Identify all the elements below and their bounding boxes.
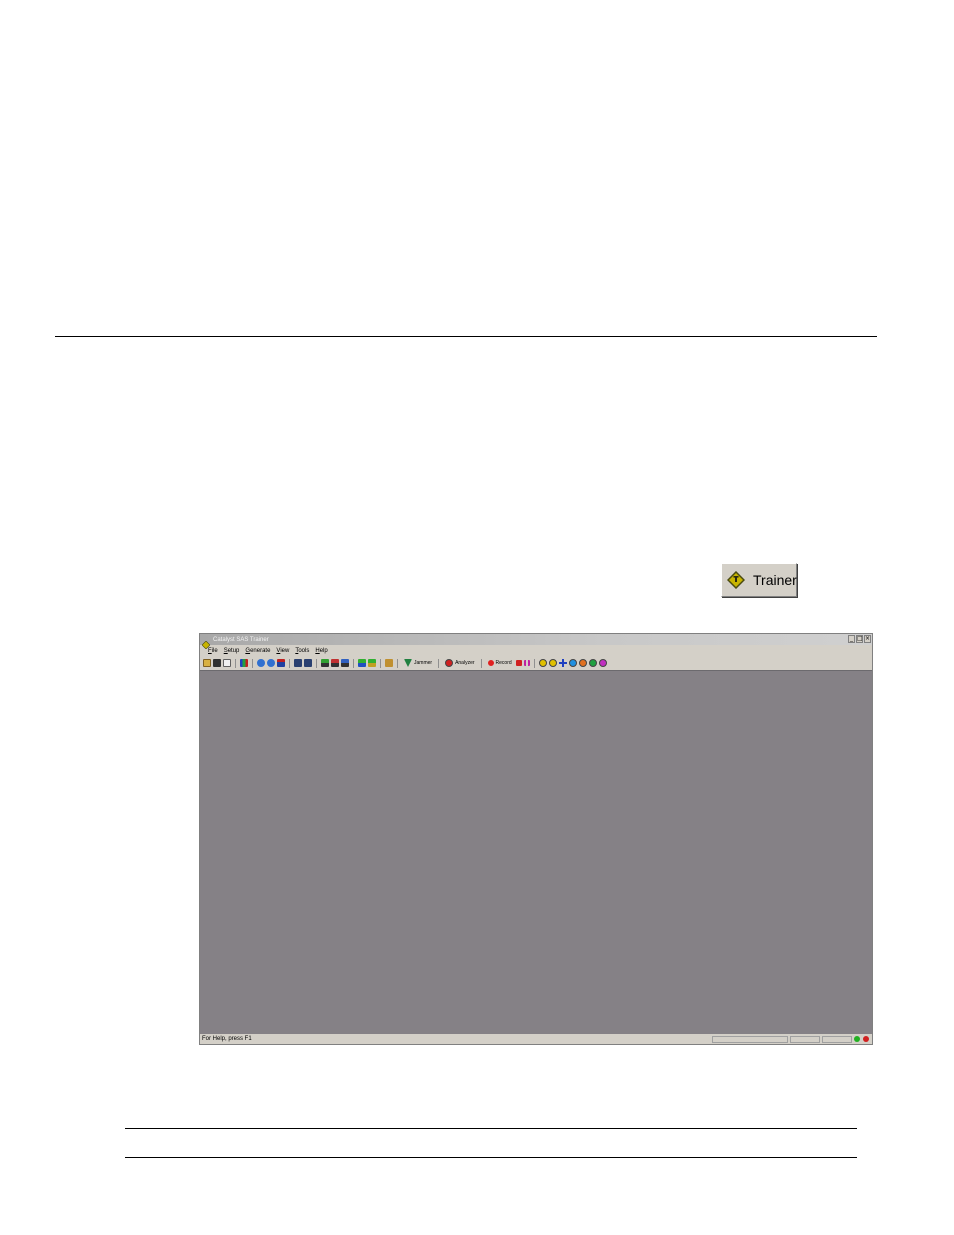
- maximize-button[interactable]: □: [856, 635, 863, 643]
- status-text: For Help, press F1: [202, 1036, 252, 1042]
- record-icon: [487, 660, 494, 666]
- toolbar-separator: [235, 658, 236, 668]
- title-bar: Catalyst SAS Trainer _ □ ×: [200, 634, 872, 649]
- toolbar-separator: [480, 658, 482, 668]
- toolbar-separator: [380, 658, 381, 668]
- settings-icon[interactable]: [385, 659, 393, 667]
- close-button[interactable]: ×: [864, 635, 871, 643]
- status-pane: [712, 1035, 788, 1043]
- analyzer-button[interactable]: Analyzer: [443, 659, 476, 667]
- jammer-button[interactable]: Jammer: [402, 659, 434, 667]
- status-pane: [790, 1035, 820, 1043]
- jammer-icon: [404, 659, 412, 667]
- magenta-dot-icon[interactable]: [598, 659, 607, 667]
- toolbar-separator: [533, 658, 535, 668]
- save-icon[interactable]: [213, 659, 221, 667]
- menu-tools[interactable]: Tools: [295, 648, 309, 654]
- insert-icon[interactable]: [321, 659, 329, 667]
- delete-icon[interactable]: [331, 659, 339, 667]
- menu-bar: File Setup Generate View Tools Help: [200, 646, 872, 656]
- record-button[interactable]: Record: [486, 660, 514, 666]
- status-green-led-icon: [854, 1036, 860, 1042]
- app-window-screenshot: Catalyst SAS Trainer _ □ × File Setup Ge…: [199, 633, 873, 1045]
- toolbar-separator: [397, 658, 398, 668]
- app-icon: [201, 636, 211, 649]
- stop-icon[interactable]: [515, 660, 522, 666]
- status-pane: [822, 1035, 852, 1043]
- status-red-led-icon: [863, 1036, 869, 1042]
- menu-generate[interactable]: Generate: [245, 648, 270, 654]
- disconnect-icon[interactable]: [368, 659, 376, 667]
- protocol-alt-icon[interactable]: [548, 659, 557, 667]
- trainer-diamond-icon: [726, 570, 746, 590]
- minimize-button[interactable]: _: [848, 635, 855, 643]
- workspace-area[interactable]: [200, 670, 872, 1035]
- analyzer-label: Analyzer: [455, 660, 475, 666]
- analyzer-icon: [445, 659, 454, 667]
- top-divider: [55, 336, 877, 337]
- window-controls: _ □ ×: [848, 635, 871, 643]
- protocol-icon[interactable]: [538, 659, 547, 667]
- toolbar-separator: [316, 658, 317, 668]
- trainer-button[interactable]: Trainer: [721, 563, 797, 597]
- pause-icon[interactable]: [523, 660, 530, 666]
- footer-divider-upper: [125, 1128, 857, 1129]
- status-bar: For Help, press F1: [200, 1034, 872, 1044]
- fit-icon[interactable]: [277, 659, 285, 667]
- window-title: Catalyst SAS Trainer: [213, 636, 269, 643]
- open-folder-icon[interactable]: [203, 659, 211, 667]
- menu-view[interactable]: View: [276, 648, 289, 654]
- menu-setup[interactable]: Setup: [224, 648, 240, 654]
- toolbar-separator: [353, 658, 354, 668]
- green-dot-icon[interactable]: [588, 659, 597, 667]
- find-icon[interactable]: [294, 659, 302, 667]
- toolbar-separator: [438, 658, 440, 668]
- blue-dot-icon[interactable]: [568, 659, 577, 667]
- footer-divider-lower: [125, 1157, 857, 1158]
- menu-help[interactable]: Help: [315, 648, 327, 654]
- toolbar-separator: [289, 658, 290, 668]
- record-label: Record: [495, 660, 512, 666]
- trainer-button-label: Trainer: [753, 572, 797, 588]
- zoom-in-icon[interactable]: [257, 659, 265, 667]
- toolbar-separator: [252, 658, 253, 668]
- bars-icon[interactable]: [240, 659, 248, 667]
- menu-file[interactable]: File: [208, 648, 218, 654]
- cross-icon[interactable]: [558, 659, 567, 667]
- find-next-icon[interactable]: [304, 659, 312, 667]
- jammer-label: Jammer: [414, 660, 433, 666]
- move-icon[interactable]: [341, 659, 349, 667]
- connect-icon[interactable]: [358, 659, 366, 667]
- orange-dot-icon[interactable]: [578, 659, 587, 667]
- document-icon[interactable]: [223, 659, 231, 667]
- toolbar: Jammer Analyzer Record: [203, 657, 607, 669]
- zoom-out-icon[interactable]: [267, 659, 275, 667]
